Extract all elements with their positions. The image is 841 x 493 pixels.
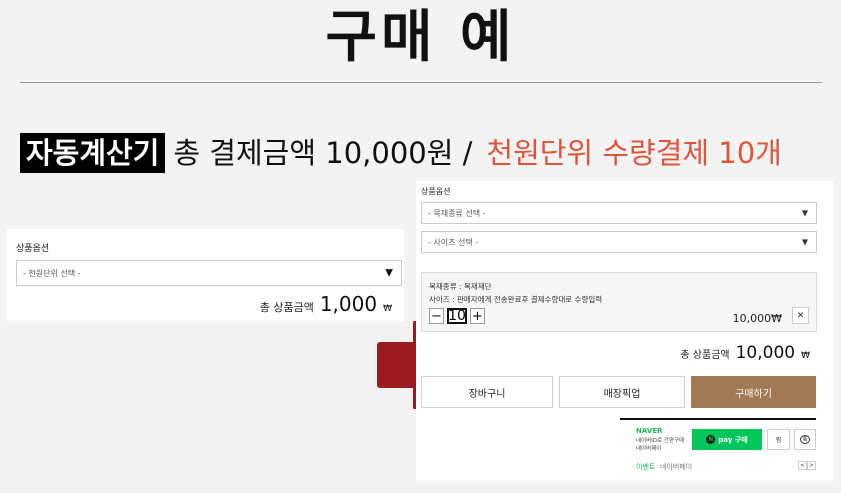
option-panel-detailed: 상품옵션 - 목재종류 선택 - ▼ - 사이즈 선택 - ▼ 목재종류 : 목…: [416, 181, 834, 481]
total-label: 총 상품금액: [259, 301, 314, 314]
buy-button[interactable]: 구매하기: [691, 376, 816, 408]
won-symbol: ₩: [801, 351, 810, 361]
title-divider: [20, 82, 822, 83]
naver-pay-button[interactable]: N pay 구매: [692, 429, 762, 450]
decrease-button[interactable]: −: [429, 308, 444, 324]
size-select-value: - 사이즈 선택 -: [428, 237, 479, 247]
total-price: 총 상품금액 10,000 ₩: [680, 343, 810, 363]
event-text: 네이버페이: [660, 463, 693, 471]
won-symbol: ₩: [383, 304, 392, 314]
unit-select-value: - 천원단위 선택 -: [23, 268, 81, 278]
size-select[interactable]: - 사이즈 선택 - ▼: [421, 231, 817, 253]
chevron-down-icon: ▼: [801, 208, 808, 218]
option-size: 사이즈 : 판매자에게 전송완료후 결제수량대로 수량입력: [429, 295, 603, 304]
page-title: 구매 예: [325, 5, 516, 70]
close-icon[interactable]: ✕: [792, 307, 809, 324]
option-label: 상품옵션: [421, 187, 451, 196]
total-amount: 10,000: [735, 343, 796, 363]
event-label: 이벤트: [636, 463, 656, 471]
event-pager: < >: [798, 461, 816, 470]
option-panel-simple: 상품옵션 - 천원단위 선택 - ▼ 총 상품금액 1,000 ₩: [6, 229, 404, 321]
store-pickup-button[interactable]: 매장픽업: [559, 376, 685, 408]
selected-option-box: 목재종류 : 목재재단 사이즈 : 판매자에게 전송완료후 결제수량대로 수량입…: [421, 272, 817, 332]
wood-type-select-value: - 목재종류 선택 -: [428, 208, 486, 218]
item-price: 10,000₩: [732, 312, 782, 325]
subtitle-highlight: 천원단위 수량결제 10개: [486, 136, 782, 170]
chevron-down-icon: ▼: [801, 237, 808, 247]
option-label: 상품옵션: [16, 244, 50, 254]
naver-pay-label: pay 구매: [718, 435, 748, 444]
option-wood-type: 목재종류 : 목재재단: [429, 282, 492, 291]
quantity-stepper: − 10 +: [429, 308, 485, 324]
total-label: 총 상품금액: [680, 350, 730, 361]
unit-select[interactable]: - 천원단위 선택 - ▼: [16, 260, 402, 286]
increase-button[interactable]: +: [470, 308, 485, 324]
wood-type-select[interactable]: - 목재종류 선택 - ▼: [421, 202, 817, 224]
prev-button[interactable]: <: [798, 461, 807, 470]
chat-bubble-icon: 톡: [800, 435, 810, 444]
naver-pay-desc: 네이버ID로 간편구매: [636, 438, 685, 444]
wishlist-button[interactable]: 찜: [767, 429, 790, 450]
talk-button[interactable]: 톡: [794, 429, 816, 450]
naver-pay-widget: NAVER 네이버ID로 간편구매 네이버페이 N pay 구매 찜 톡 이벤트…: [620, 418, 816, 475]
total-amount: 1,000: [319, 292, 378, 316]
naver-logo: NAVER: [636, 427, 663, 435]
subtitle-main: 총 결제금액 10,000원 /: [173, 136, 473, 170]
total-price: 총 상품금액 1,000 ₩: [260, 292, 392, 316]
naver-pay-desc2: 네이버페이: [636, 446, 662, 452]
chevron-down-icon: ▼: [385, 267, 393, 279]
subtitle-tag: 자동계산기: [20, 133, 166, 173]
cart-button[interactable]: 장바구니: [421, 376, 553, 408]
naver-pay-logo-icon: N: [706, 435, 716, 444]
subtitle: 자동계산기 총 결제금액 10,000원 / 천원단위 수량결제 10개: [20, 133, 782, 173]
next-button[interactable]: >: [807, 461, 816, 470]
quantity-input[interactable]: 10: [447, 308, 467, 324]
